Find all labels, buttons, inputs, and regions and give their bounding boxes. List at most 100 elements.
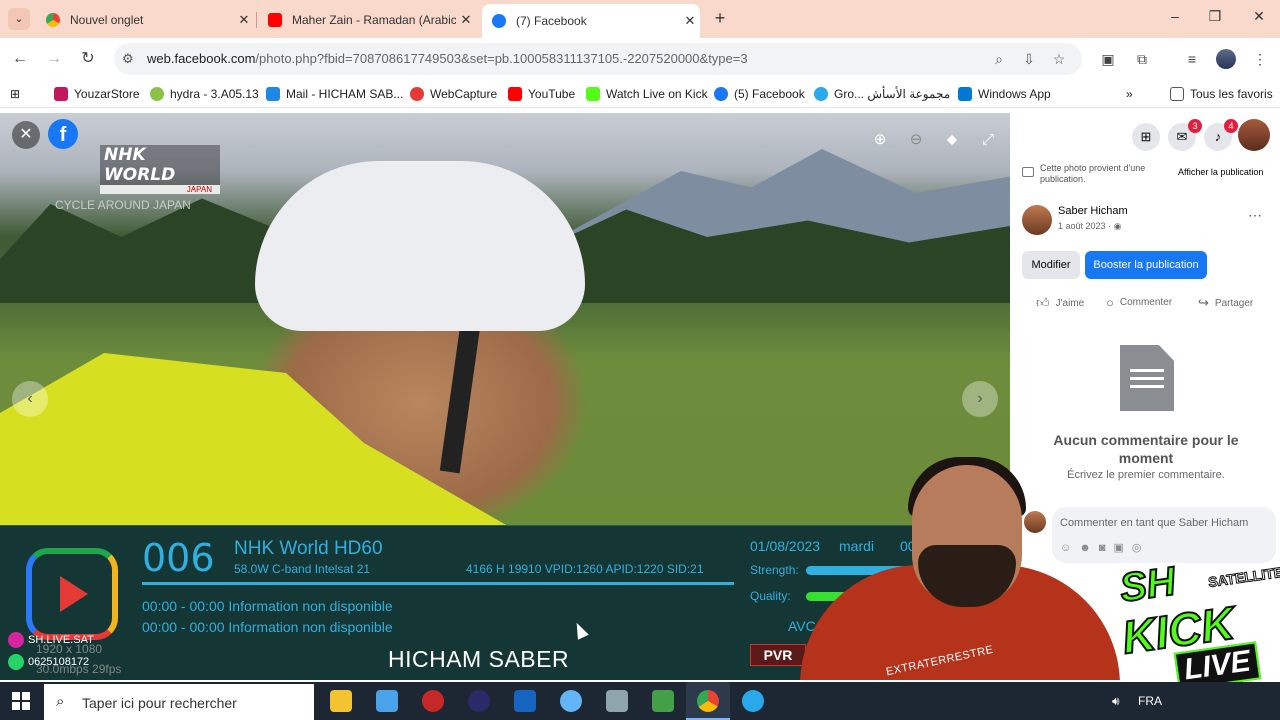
network-tool-icon[interactable] <box>652 690 674 712</box>
menu-kebab-icon[interactable]: ⋮ <box>1250 49 1270 69</box>
globe-icon: ◉ <box>1113 221 1122 231</box>
speaker-icon[interactable]: 🔊︎ <box>1112 694 1120 709</box>
remote-desktop-icon[interactable] <box>514 690 536 712</box>
window-close-button[interactable]: ✕ <box>1244 8 1274 25</box>
channel-tech-info: 4166 H 19910 VPID:1260 APID:1220 SID:21 <box>466 562 704 576</box>
facebook-logo-icon[interactable]: f <box>48 119 78 149</box>
chrome-icon <box>46 13 60 27</box>
bookmark-windows-app[interactable]: Windows App <box>958 85 1051 103</box>
forward-button[interactable]: → <box>44 49 64 69</box>
edit-button[interactable]: Modifier <box>1022 251 1080 279</box>
chrome-icon[interactable] <box>697 690 719 712</box>
author-avatar[interactable] <box>1022 205 1052 235</box>
maximize-button[interactable]: ❐ <box>1200 8 1230 25</box>
bookmark-youtube[interactable]: YouTube <box>508 85 575 103</box>
menu-grid-icon[interactable]: ⊞ <box>1132 123 1160 151</box>
photo-cyclist-jacket <box>0 353 520 533</box>
comment-button[interactable]: ○ Commenter <box>1106 295 1172 310</box>
screenshot-extension-icon[interactable]: ▣ <box>1098 49 1118 69</box>
channel-name: NHK World HD60 <box>234 538 383 559</box>
media-controls-icon[interactable]: ≡ <box>1182 49 1202 69</box>
comment-bubble-icon: ○ <box>1106 295 1114 310</box>
fps-text: 30.0mbps 29fps <box>36 662 122 676</box>
all-bookmarks[interactable]: Tous les favoris <box>1170 85 1273 103</box>
new-tab-button[interactable]: + <box>710 8 730 28</box>
zoom-in-icon[interactable]: ⊕ <box>869 129 891 151</box>
previous-photo-button[interactable]: ‹ <box>12 381 48 417</box>
bookmark-webcapture[interactable]: WebCapture <box>410 85 497 103</box>
view-post-link[interactable]: Afficher la publication <box>1178 167 1263 177</box>
back-button[interactable]: ← <box>10 49 30 69</box>
zoom-icon[interactable]: ⌕ <box>990 50 1008 68</box>
mail-icon <box>266 87 280 101</box>
thumbs-up-icon: 👍︎ <box>1036 295 1050 310</box>
obs-icon[interactable] <box>422 690 444 712</box>
boost-post-button[interactable]: Booster la publication <box>1085 251 1207 279</box>
windows-icon <box>958 87 972 101</box>
bookmark-hydra[interactable]: hydra - 3.A05.13 <box>150 85 259 103</box>
tag-icon[interactable]: ⬥ <box>941 129 963 151</box>
fullscreen-icon[interactable]: ⤢ <box>977 129 999 151</box>
site-info-icon[interactable]: ⚙ <box>122 51 134 67</box>
bookmark-kick[interactable]: Watch Live on Kick <box>586 85 708 103</box>
bookmark-telegram-group[interactable]: Gro... مجموعة الأسأش <box>814 85 950 103</box>
telegram-icon[interactable] <box>742 690 764 712</box>
photo-source-text: Cette photo provient d'une publication. <box>1040 163 1146 184</box>
profile-avatar[interactable] <box>1216 49 1236 69</box>
satellite-app-icon[interactable] <box>560 690 582 712</box>
next-photo-button[interactable]: › <box>962 381 998 417</box>
minimize-button[interactable]: – <box>1160 8 1190 24</box>
tab-facebook[interactable]: (7) Facebook ✕ <box>482 4 700 38</box>
language-indicator[interactable]: FRA <box>1138 694 1162 708</box>
share-button[interactable]: ↪ Partager <box>1198 295 1253 311</box>
channel-divider <box>142 582 734 585</box>
notifications-bell-icon[interactable]: ♪ 4 <box>1204 119 1238 151</box>
post-date[interactable]: 1 août 2023 · ◉ <box>1058 221 1121 232</box>
bookmark-star-icon[interactable]: ☆ <box>1050 50 1068 68</box>
zoom-out-icon[interactable]: ⊖ <box>905 129 927 151</box>
webcam-overlay: EXTRATERRESTRE <box>780 455 1120 680</box>
tab-strip: ⌄ Nouvel onglet ✕ Maher Zain - Ramadan (… <box>0 0 1280 38</box>
account-avatar[interactable] <box>1238 119 1270 151</box>
windows-start-icon[interactable] <box>12 692 30 710</box>
apps-grid-icon[interactable]: ⊞ <box>10 85 20 103</box>
kick-live-logo: SH SATELLITE KICK LIVE <box>1116 558 1280 691</box>
search-placeholder: Taper ici pour rechercher <box>82 695 237 711</box>
telegram-icon <box>814 87 828 101</box>
messenger-icon[interactable]: ✉ 3 <box>1168 119 1202 151</box>
author-name[interactable]: Saber Hicham <box>1058 205 1128 217</box>
youzar-icon <box>54 87 68 101</box>
youtube-icon <box>508 87 522 101</box>
taskbar-search-box[interactable]: ⌕ Taper ici pour rechercher <box>44 684 314 720</box>
tab-title: Maher Zain - Ramadan (Arabic) <box>292 13 456 27</box>
reload-button[interactable]: ↻ <box>78 49 98 69</box>
facebook-icon <box>492 14 506 28</box>
close-icon[interactable]: ✕ <box>680 13 700 29</box>
store-icon[interactable] <box>376 690 398 712</box>
bookmarks-bar: ⊞ YouzarStore hydra - 3.A05.13 Mail - HI… <box>0 80 1280 108</box>
epg-now: 00:00 - 00:00 Information non disponible <box>142 598 393 614</box>
camera-app-icon[interactable] <box>468 690 490 712</box>
windows-taskbar: ⌕ Taper ici pour rechercher 🔊︎ FRA <box>0 682 1280 720</box>
tab-youtube[interactable]: Maher Zain - Ramadan (Arabic) ✕ <box>258 4 476 36</box>
more-options-icon[interactable]: ⋯ <box>1248 207 1262 224</box>
url-text[interactable]: web.facebook.com/photo.php?fbid=70870861… <box>147 51 748 66</box>
install-app-icon[interactable]: ⇩ <box>1020 50 1038 68</box>
channel-number: 006 <box>142 536 215 580</box>
bookmark-facebook[interactable]: (5) Facebook <box>714 85 805 103</box>
like-button[interactable]: 👍︎ J'aime <box>1036 295 1084 311</box>
close-icon[interactable]: ✕ <box>234 12 254 28</box>
bookmark-youzarstore[interactable]: YouzarStore <box>54 85 140 103</box>
more-bookmarks-icon[interactable]: » <box>1126 85 1133 103</box>
extensions-icon[interactable]: ⧉ <box>1132 49 1152 69</box>
file-explorer-icon[interactable] <box>330 690 352 712</box>
address-bar[interactable]: ⚙ web.facebook.com/photo.php?fbid=708708… <box>114 43 1082 75</box>
bookmark-mail[interactable]: Mail - HICHAM SAB... <box>266 85 403 103</box>
close-icon[interactable]: ✕ <box>456 12 476 28</box>
kick-icon <box>586 87 600 101</box>
close-viewer-button[interactable]: ✕ <box>12 121 40 149</box>
notifications-badge: 4 <box>1224 119 1238 133</box>
tab-search-button[interactable]: ⌄ <box>8 8 30 30</box>
calculator-icon[interactable] <box>606 690 628 712</box>
tab-new-tab[interactable]: Nouvel onglet ✕ <box>36 4 254 36</box>
